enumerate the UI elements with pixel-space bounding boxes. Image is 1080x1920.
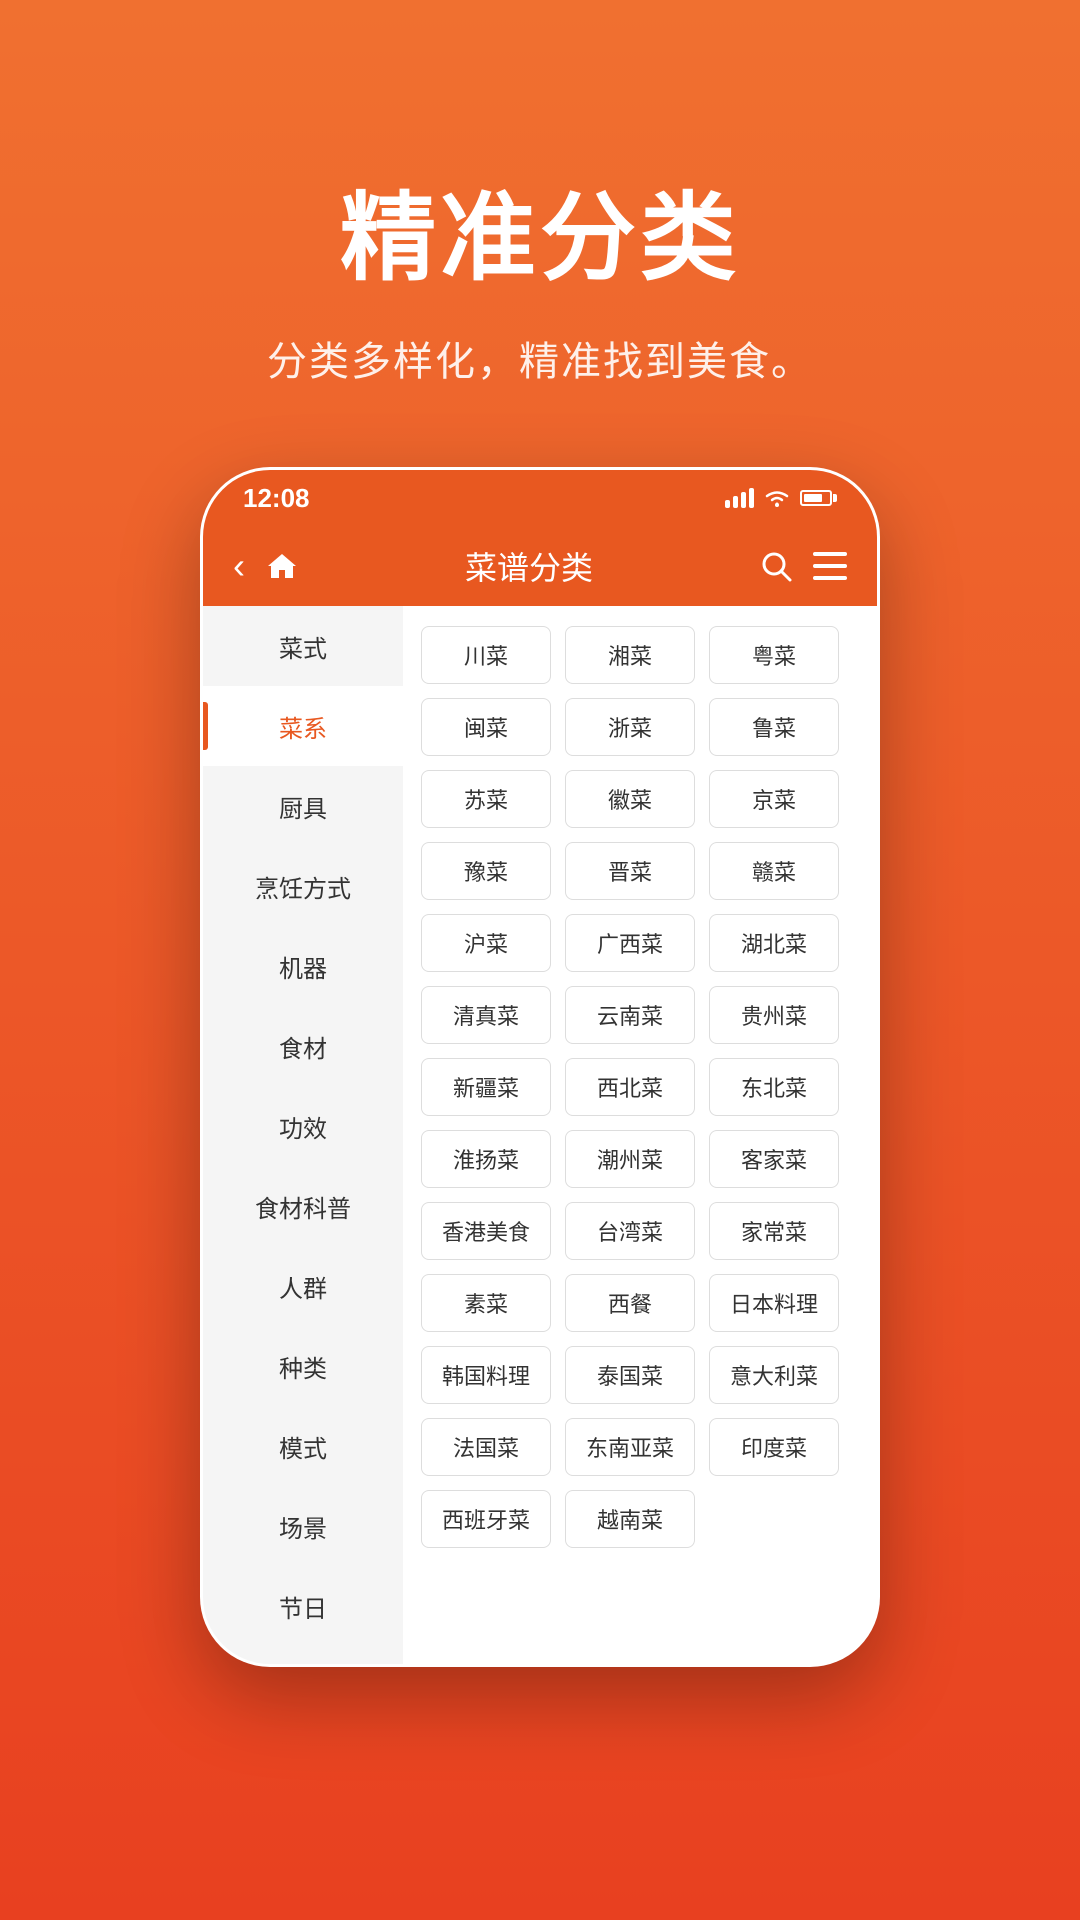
tag-4-1[interactable]: 广西菜 [565,914,695,972]
category-sidebar: 菜式菜系厨具烹饪方式机器食材功效食材科普人群种类模式场景节日节气季节器具份量难度 [203,606,403,1664]
sidebar-item-8[interactable]: 人群 [203,1246,403,1326]
tag-11-2[interactable]: 印度菜 [709,1418,839,1476]
wifi-icon [764,488,790,508]
tag-10-1[interactable]: 泰国菜 [565,1346,695,1404]
tag-7-1[interactable]: 潮州菜 [565,1130,695,1188]
tag-row-9: 素菜西餐日本料理 [421,1274,859,1332]
tag-7-0[interactable]: 淮扬菜 [421,1130,551,1188]
sidebar-item-13[interactable]: 节气 [203,1646,403,1664]
tag-7-2[interactable]: 客家菜 [709,1130,839,1188]
tag-row-12: 西班牙菜越南菜 [421,1490,859,1548]
tag-6-1[interactable]: 西北菜 [565,1058,695,1116]
tag-row-0: 川菜湘菜粤菜 [421,626,859,684]
tag-9-0[interactable]: 素菜 [421,1274,551,1332]
hero-subtitle: 分类多样化，精准找到美食。 [267,329,813,387]
status-time: 12:08 [243,483,310,514]
tag-8-2[interactable]: 家常菜 [709,1202,839,1260]
tag-6-2[interactable]: 东北菜 [709,1058,839,1116]
tag-11-1[interactable]: 东南亚菜 [565,1418,695,1476]
sidebar-item-4[interactable]: 机器 [203,926,403,1006]
tag-3-1[interactable]: 晋菜 [565,842,695,900]
sidebar-item-2[interactable]: 厨具 [203,766,403,846]
sidebar-item-9[interactable]: 种类 [203,1326,403,1406]
tag-3-0[interactable]: 豫菜 [421,842,551,900]
tag-9-1[interactable]: 西餐 [565,1274,695,1332]
tag-2-0[interactable]: 苏菜 [421,770,551,828]
tag-1-1[interactable]: 浙菜 [565,698,695,756]
home-icon[interactable] [265,550,299,582]
tag-0-2[interactable]: 粤菜 [709,626,839,684]
back-button[interactable]: ‹ [233,545,245,587]
status-icons [725,488,837,508]
tag-row-4: 沪菜广西菜湖北菜 [421,914,859,972]
sidebar-item-12[interactable]: 节日 [203,1566,403,1646]
menu-icon[interactable] [813,552,847,580]
hero-title: 精准分类 [340,160,740,299]
signal-icon [725,488,754,508]
tag-2-1[interactable]: 徽菜 [565,770,695,828]
sidebar-item-0[interactable]: 菜式 [203,606,403,686]
tag-row-1: 闽菜浙菜鲁菜 [421,698,859,756]
tag-4-0[interactable]: 沪菜 [421,914,551,972]
tag-12-1[interactable]: 越南菜 [565,1490,695,1548]
tag-row-5: 清真菜云南菜贵州菜 [421,986,859,1044]
tag-row-8: 香港美食台湾菜家常菜 [421,1202,859,1260]
tag-8-0[interactable]: 香港美食 [421,1202,551,1260]
tag-row-3: 豫菜晋菜赣菜 [421,842,859,900]
tag-5-1[interactable]: 云南菜 [565,986,695,1044]
sidebar-item-6[interactable]: 功效 [203,1086,403,1166]
tag-grid: 川菜湘菜粤菜闽菜浙菜鲁菜苏菜徽菜京菜豫菜晋菜赣菜沪菜广西菜湖北菜清真菜云南菜贵州… [403,606,877,1664]
tag-11-0[interactable]: 法国菜 [421,1418,551,1476]
tag-5-2[interactable]: 贵州菜 [709,986,839,1044]
battery-icon [800,490,837,506]
tag-row-7: 淮扬菜潮州菜客家菜 [421,1130,859,1188]
tag-10-0[interactable]: 韩国料理 [421,1346,551,1404]
nav-bar: ‹ 菜谱分类 [203,526,877,606]
tag-row-6: 新疆菜西北菜东北菜 [421,1058,859,1116]
tag-row-10: 韩国料理泰国菜意大利菜 [421,1346,859,1404]
tag-row-2: 苏菜徽菜京菜 [421,770,859,828]
tag-10-2[interactable]: 意大利菜 [709,1346,839,1404]
search-icon[interactable] [759,549,793,583]
sidebar-item-5[interactable]: 食材 [203,1006,403,1086]
tag-1-2[interactable]: 鲁菜 [709,698,839,756]
tag-1-0[interactable]: 闽菜 [421,698,551,756]
tag-row-11: 法国菜东南亚菜印度菜 [421,1418,859,1476]
sidebar-item-3[interactable]: 烹饪方式 [203,846,403,926]
tag-8-1[interactable]: 台湾菜 [565,1202,695,1260]
phone-mockup: 12:08 ‹ [200,467,880,1667]
tag-2-2[interactable]: 京菜 [709,770,839,828]
sidebar-item-10[interactable]: 模式 [203,1406,403,1486]
hero-section: 精准分类 分类多样化，精准找到美食。 [0,0,1080,467]
content-area: 菜式菜系厨具烹饪方式机器食材功效食材科普人群种类模式场景节日节气季节器具份量难度… [203,606,877,1664]
nav-title: 菜谱分类 [319,543,739,589]
tag-3-2[interactable]: 赣菜 [709,842,839,900]
sidebar-item-11[interactable]: 场景 [203,1486,403,1566]
sidebar-item-7[interactable]: 食材科普 [203,1166,403,1246]
tag-0-0[interactable]: 川菜 [421,626,551,684]
tag-5-0[interactable]: 清真菜 [421,986,551,1044]
tag-6-0[interactable]: 新疆菜 [421,1058,551,1116]
phone-mockup-wrap: 12:08 ‹ [200,467,880,1920]
tag-12-0[interactable]: 西班牙菜 [421,1490,551,1548]
sidebar-item-1[interactable]: 菜系 [203,686,403,766]
status-bar: 12:08 [203,470,877,526]
tag-0-1[interactable]: 湘菜 [565,626,695,684]
tag-9-2[interactable]: 日本料理 [709,1274,839,1332]
tag-4-2[interactable]: 湖北菜 [709,914,839,972]
